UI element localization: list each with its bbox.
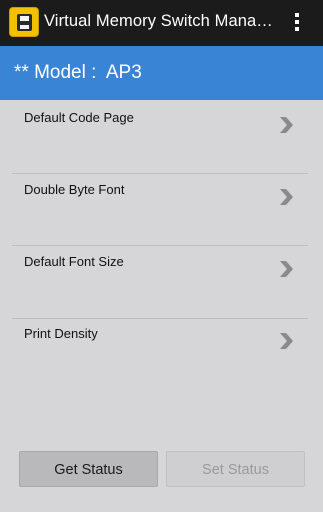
setting-row-default-font-size[interactable]: Default Font Size bbox=[12, 244, 308, 316]
overflow-menu-icon[interactable] bbox=[290, 11, 304, 33]
get-status-button[interactable]: Get Status bbox=[19, 451, 158, 487]
setting-row-double-byte-font[interactable]: Double Byte Font bbox=[12, 172, 308, 244]
chevron-right-icon bbox=[280, 117, 293, 133]
chevron-right-icon bbox=[280, 333, 293, 349]
chevron-right-icon bbox=[280, 189, 293, 205]
setting-row-label: Double Byte Font bbox=[24, 182, 125, 197]
setting-row-default-code-page[interactable]: Default Code Page bbox=[12, 100, 308, 172]
action-bar: Virtual Memory Switch Mana… bbox=[0, 0, 323, 46]
chevron-right-icon bbox=[280, 261, 293, 277]
setting-row-label: Default Font Size bbox=[24, 254, 124, 269]
setting-row-label: Default Code Page bbox=[24, 110, 134, 125]
setting-row-label: Print Density bbox=[24, 326, 98, 341]
app-title: Virtual Memory Switch Mana… bbox=[44, 12, 273, 30]
setting-row-print-density[interactable]: Print Density bbox=[12, 316, 308, 388]
model-label: ** Model : AP3 bbox=[14, 62, 142, 83]
printer-icon[interactable] bbox=[9, 7, 39, 37]
set-status-button[interactable]: Set Status bbox=[166, 451, 305, 487]
